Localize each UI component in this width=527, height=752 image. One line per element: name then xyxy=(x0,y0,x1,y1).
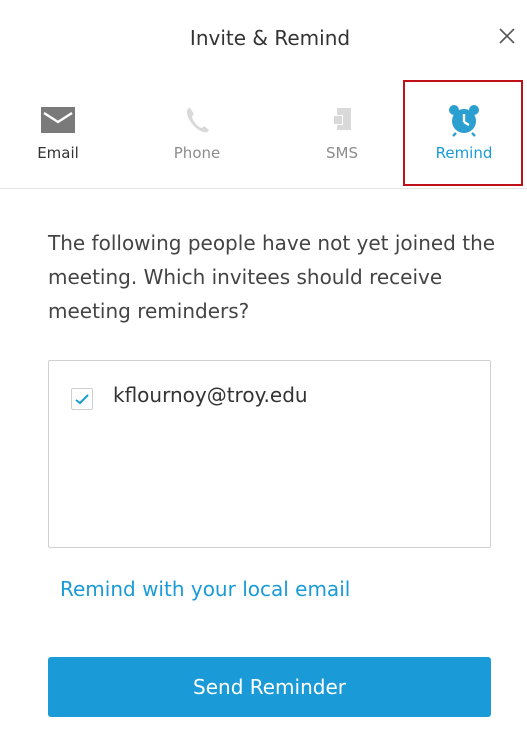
invitee-checkbox[interactable] xyxy=(71,388,93,410)
tab-sms[interactable]: SMS xyxy=(302,80,382,188)
tab-phone[interactable]: Phone xyxy=(157,80,237,188)
invitee-email: kflournoy@troy.edu xyxy=(113,383,308,407)
invitee-row[interactable]: kflournoy@troy.edu xyxy=(71,383,308,411)
tab-email[interactable]: Email xyxy=(18,80,98,188)
send-reminder-button[interactable]: Send Reminder xyxy=(48,657,491,717)
remind-local-email-link[interactable]: Remind with your local email xyxy=(60,577,350,601)
close-icon[interactable] xyxy=(495,24,519,48)
dialog-title: Invite & Remind xyxy=(189,26,351,50)
tab-sms-label: SMS xyxy=(326,144,358,162)
tab-email-label: Email xyxy=(37,144,79,162)
checkmark-icon xyxy=(75,394,89,405)
phone-icon xyxy=(179,102,215,138)
tab-phone-label: Phone xyxy=(173,144,221,162)
remind-tab-highlight xyxy=(403,80,523,186)
invitee-list: kflournoy@troy.edu xyxy=(48,360,491,548)
reminder-prompt: The following people have not yet joined… xyxy=(48,231,496,323)
sms-icon xyxy=(324,102,360,138)
envelope-icon xyxy=(40,102,76,138)
invite-remind-dialog: Invite & Remind Email Phone SMS Remind T… xyxy=(0,0,527,752)
